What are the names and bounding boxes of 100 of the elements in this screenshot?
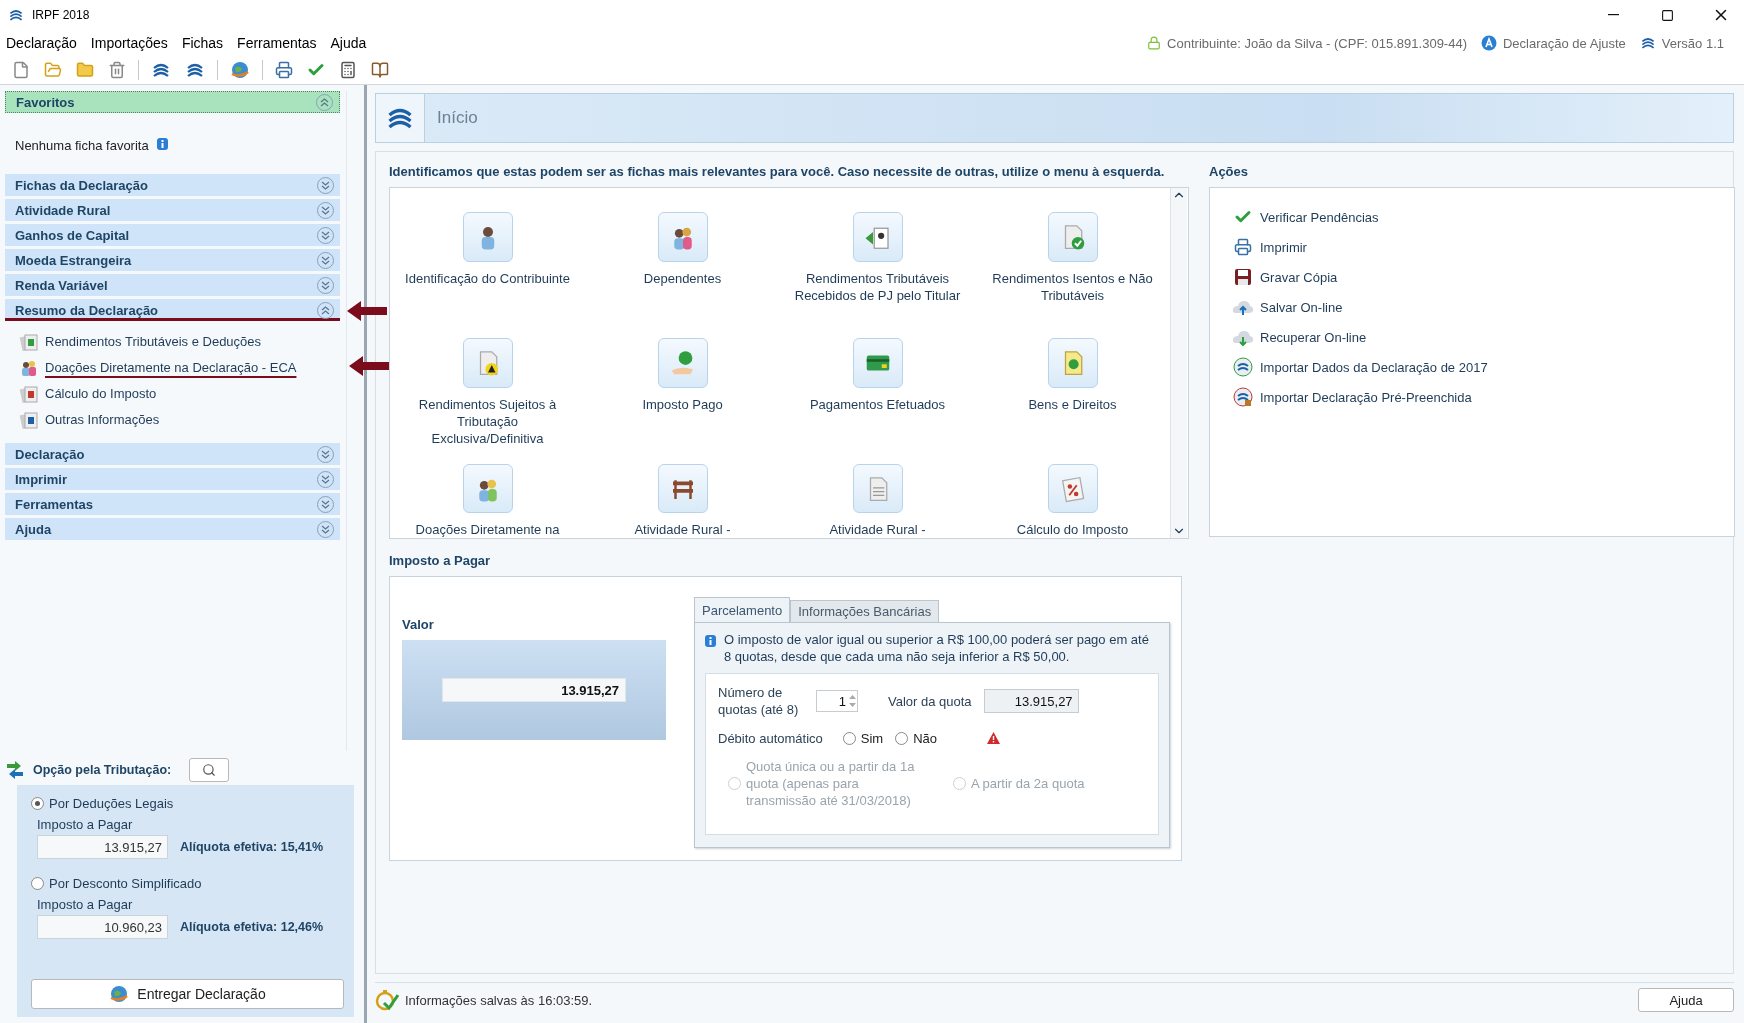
- annotation-arrow: [349, 356, 389, 376]
- accordion-header[interactable]: Ferramentas: [5, 493, 340, 515]
- taxation-option-label: Opção pela Tributação:: [33, 763, 172, 777]
- import-lock-icon: [1232, 387, 1254, 407]
- status-message: Informações salvas às 16:03:59.: [405, 992, 593, 1008]
- info-icon: [705, 635, 716, 649]
- maximize-icon: [1660, 8, 1674, 22]
- field-label: Valor: [402, 617, 435, 632]
- form-tile[interactable]: Rendimentos Sujeitos à Tributação Exclusiva/Definitiva: [390, 338, 585, 464]
- action-link[interactable]: Importar Dados da Declaração de 2017: [1232, 356, 1734, 378]
- empty-favorites-text: Nenhuma ficha favorita: [15, 137, 149, 153]
- quota-count-spinner[interactable]: 1: [816, 690, 858, 712]
- tax-value-field: 13.915,27: [37, 835, 168, 859]
- cloud-upload-icon: [1232, 298, 1254, 316]
- sidebar-item[interactable]: Outras Informações: [19, 410, 160, 429]
- tab[interactable]: Parcelamento: [694, 597, 791, 622]
- action-link[interactable]: Gravar Cópia: [1232, 266, 1734, 288]
- submit-declaration-button[interactable]: Entregar Declaração: [31, 979, 344, 1009]
- effective-rate-text: Alíquota efetiva: 12,46%: [180, 920, 324, 934]
- field-label: Valor da quota: [888, 693, 972, 709]
- sidebar-item[interactable]: Cálculo do Imposto: [19, 384, 157, 403]
- action-link[interactable]: Salvar On-line: [1232, 296, 1734, 318]
- radio-option: Quota única ou a partir da 1a quota (apenas para transmissão até 31/03/2018): [728, 758, 921, 809]
- people-icon: [19, 358, 39, 377]
- cloud-download-icon: [1232, 328, 1254, 346]
- info-icon: [156, 138, 168, 152]
- form-tile[interactable]: Dependentes: [585, 212, 780, 338]
- swap-arrows-icon: [5, 761, 25, 779]
- minimize-icon: [1607, 14, 1619, 16]
- accordion-header[interactable]: Resumo da Declaração: [5, 299, 340, 321]
- radio-option[interactable]: Por Desconto Simplificado: [31, 873, 344, 893]
- globe-icon: [109, 984, 130, 1004]
- sidebar-item[interactable]: Doações Diretamente na Declaração - ECA: [19, 358, 297, 377]
- annotation-arrow: [347, 301, 387, 321]
- section-title: Imposto a Pagar: [389, 553, 492, 568]
- action-link[interactable]: Imprimir: [1232, 236, 1734, 258]
- radio-button[interactable]: [842, 731, 856, 745]
- page-title: Início: [437, 108, 478, 128]
- effective-rate-text: Alíquota efetiva: 15,41%: [180, 840, 324, 854]
- logo-icon: [8, 7, 24, 23]
- declaration-type-icon: [1481, 35, 1497, 51]
- printer-icon[interactable]: [273, 59, 295, 81]
- form-tile[interactable]: Atividade Rural -: [585, 464, 780, 538]
- field-label: Imposto a Pagar: [37, 897, 134, 912]
- form-tile[interactable]: Atividade Rural -: [780, 464, 975, 538]
- scrollbar[interactable]: [1170, 188, 1187, 538]
- form-tile[interactable]: Cálculo do Imposto: [975, 464, 1170, 538]
- field-label: Imposto a Pagar: [37, 817, 134, 832]
- accordion-header[interactable]: Ganhos de Capital: [5, 224, 340, 246]
- taxpayer-info: Contribuinte: João da Silva - (CPF: 015.891.309-44): [1167, 35, 1467, 51]
- lock-icon: [1147, 36, 1162, 50]
- action-link[interactable]: Verificar Pendências: [1232, 206, 1734, 228]
- quota-value-field: 13.915,27: [983, 689, 1079, 713]
- search-button[interactable]: [189, 758, 230, 782]
- stopwatch-check-icon: [375, 989, 399, 1011]
- action-link[interactable]: Importar Declaração Pré-Preenchida: [1232, 386, 1734, 408]
- radio-button[interactable]: [31, 876, 44, 890]
- form-tile[interactable]: Identificação do Contribuinte: [390, 212, 585, 338]
- search-icon: [202, 763, 217, 777]
- accordion-header[interactable]: Moeda Estrangeira: [5, 249, 340, 271]
- menu-item[interactable]: Importações: [90, 35, 176, 51]
- import-logo-icon: [1232, 357, 1254, 377]
- field-label: Débito automático: [718, 730, 823, 746]
- menu-item[interactable]: Fichas: [181, 35, 232, 51]
- form-tile[interactable]: Imposto Pago: [585, 338, 780, 464]
- action-link[interactable]: Recuperar On-line: [1232, 326, 1734, 348]
- section-title: Ações: [1209, 164, 1250, 179]
- field-label: Número de quotas (até 8): [718, 684, 800, 718]
- accordion-header[interactable]: Favoritos: [5, 91, 340, 113]
- menu-item[interactable]: Ferramentas: [237, 35, 325, 51]
- form-tile[interactable]: Doações Diretamente na: [390, 464, 585, 538]
- version-label: Versão 1.1: [1661, 35, 1724, 51]
- radio-option[interactable]: Não: [895, 728, 938, 748]
- radio-option[interactable]: Por Deduções Legais: [31, 793, 344, 813]
- tab[interactable]: Informações Bancárias: [790, 600, 940, 622]
- accordion-header[interactable]: Declaração: [5, 443, 340, 465]
- tax-value-field: 10.960,23: [37, 915, 168, 939]
- printer-icon: [1232, 238, 1254, 256]
- tax-value-field: 13.915,27: [442, 678, 626, 702]
- form-tile[interactable]: Rendimentos Isentos e Não Tributáveis: [975, 212, 1170, 338]
- logo-icon: [1639, 35, 1656, 51]
- form-tile[interactable]: Rendimentos Tributáveis Recebidos de PJ pelo Titular: [780, 212, 975, 338]
- accordion-header[interactable]: Imprimir: [5, 468, 340, 490]
- menu-item[interactable]: Declaração: [6, 35, 85, 51]
- form-tile[interactable]: Bens e Direitos: [975, 338, 1170, 464]
- radio-button[interactable]: [31, 796, 44, 810]
- radio-button[interactable]: [895, 731, 909, 745]
- radio-option: A partir da 2a quota: [953, 775, 1085, 792]
- accordion-header[interactable]: Ajuda: [5, 518, 340, 540]
- declaration-type: Declaração de Ajuste: [1503, 35, 1626, 51]
- accordion-header[interactable]: Fichas da Declaração: [5, 174, 340, 196]
- accordion-header[interactable]: Renda Variável: [5, 274, 340, 296]
- section-title: Identificamos que estas podem ser as fichas mais relevantes para você. Caso necessite de outras, utilize o menu à esquerda.: [389, 164, 1166, 179]
- sidebar-item[interactable]: Rendimentos Tributáveis e Deduções: [19, 332, 262, 351]
- accordion-header[interactable]: Atividade Rural: [5, 199, 340, 221]
- warning-icon: [987, 732, 1001, 744]
- help-button[interactable]: Ajuda: [1638, 988, 1734, 1012]
- form-tile[interactable]: Pagamentos Efetuados: [780, 338, 975, 464]
- menu-item[interactable]: Ajuda: [330, 35, 375, 51]
- radio-option[interactable]: Sim: [842, 728, 884, 748]
